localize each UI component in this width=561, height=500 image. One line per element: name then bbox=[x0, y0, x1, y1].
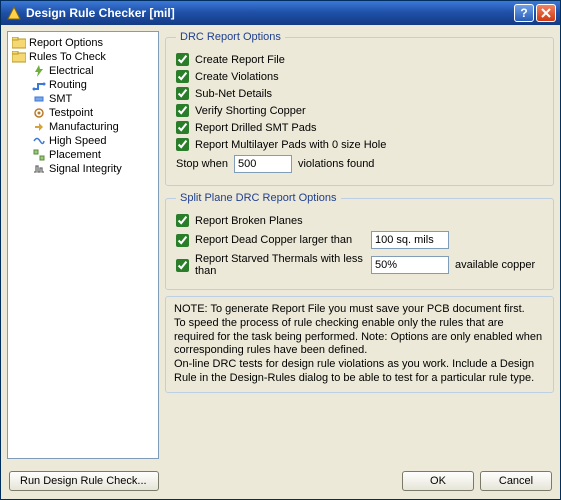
signal-integrity-icon bbox=[32, 163, 46, 175]
report-starved-thermals-label: Report Starved Thermals with less than bbox=[195, 253, 365, 277]
stop-when-label-post: violations found bbox=[298, 158, 374, 170]
split-legend: Split Plane DRC Report Options bbox=[176, 192, 341, 204]
report-dead-copper-checkbox[interactable] bbox=[176, 234, 189, 247]
note-line-3: On-line DRC tests for design rule violat… bbox=[174, 358, 545, 386]
run-drc-button[interactable]: Run Design Rule Check... bbox=[9, 471, 159, 491]
tree-label: High Speed bbox=[49, 135, 107, 147]
tree-item-electrical[interactable]: Electrical bbox=[10, 64, 156, 78]
routing-icon bbox=[32, 79, 46, 91]
verify-shorting-copper-checkbox[interactable] bbox=[176, 104, 189, 117]
cancel-button[interactable]: Cancel bbox=[480, 471, 552, 491]
sub-net-details-checkbox[interactable] bbox=[176, 87, 189, 100]
report-broken-planes-checkbox[interactable] bbox=[176, 214, 189, 227]
report-drilled-smt-checkbox[interactable] bbox=[176, 121, 189, 134]
dead-copper-input[interactable] bbox=[371, 231, 449, 249]
electrical-icon bbox=[32, 65, 46, 77]
report-multilayer-checkbox[interactable] bbox=[176, 138, 189, 151]
tree-label: SMT bbox=[49, 93, 72, 105]
tree-item-placement[interactable]: Placement bbox=[10, 148, 156, 162]
options-panel: DRC Report Options Create Report File Cr… bbox=[165, 31, 554, 459]
dialog-footer: Run Design Rule Check... OK Cancel bbox=[1, 465, 560, 499]
starved-post-label: available copper bbox=[455, 259, 543, 271]
create-report-file-label: Create Report File bbox=[195, 54, 285, 66]
tree-item-signal-integrity[interactable]: Signal Integrity bbox=[10, 162, 156, 176]
ok-button[interactable]: OK bbox=[402, 471, 474, 491]
folder-open-icon bbox=[12, 51, 26, 63]
window-title: Design Rule Checker [mil] bbox=[26, 6, 512, 20]
smt-icon bbox=[32, 93, 46, 105]
report-broken-planes-label: Report Broken Planes bbox=[195, 215, 303, 227]
tree-label: Testpoint bbox=[49, 107, 93, 119]
tree-label: Signal Integrity bbox=[49, 163, 122, 175]
split-plane-options-group: Split Plane DRC Report Options Report Br… bbox=[165, 192, 554, 290]
high-speed-icon bbox=[32, 135, 46, 147]
category-tree[interactable]: Report Options Rules To Check Electrical… bbox=[7, 31, 159, 459]
report-starved-thermals-checkbox[interactable] bbox=[176, 259, 189, 272]
tree-label: Report Options bbox=[29, 37, 103, 49]
tree-item-manufacturing[interactable]: Manufacturing bbox=[10, 120, 156, 134]
tree-label: Manufacturing bbox=[49, 121, 119, 133]
report-drilled-smt-label: Report Drilled SMT Pads bbox=[195, 122, 316, 134]
note-line-1: NOTE: To generate Report File you must s… bbox=[174, 303, 545, 317]
tree-item-report-options[interactable]: Report Options bbox=[10, 36, 156, 50]
dialog-body: Report Options Rules To Check Electrical… bbox=[1, 25, 560, 465]
create-violations-checkbox[interactable] bbox=[176, 70, 189, 83]
app-icon bbox=[7, 6, 21, 20]
create-violations-label: Create Violations bbox=[195, 71, 279, 83]
stop-when-label-pre: Stop when bbox=[176, 158, 228, 170]
create-report-file-checkbox[interactable] bbox=[176, 53, 189, 66]
tree-item-rules-to-check[interactable]: Rules To Check bbox=[10, 50, 156, 64]
tree-label: Routing bbox=[49, 79, 87, 91]
placement-icon bbox=[32, 149, 46, 161]
tree-label: Placement bbox=[49, 149, 101, 161]
manufacturing-icon bbox=[32, 121, 46, 133]
dialog-window: Design Rule Checker [mil] ? Report Optio… bbox=[0, 0, 561, 500]
report-dead-copper-label: Report Dead Copper larger than bbox=[195, 234, 352, 246]
tree-item-smt[interactable]: SMT bbox=[10, 92, 156, 106]
tree-item-routing[interactable]: Routing bbox=[10, 78, 156, 92]
tree-item-high-speed[interactable]: High Speed bbox=[10, 134, 156, 148]
drc-legend: DRC Report Options bbox=[176, 31, 285, 43]
help-button[interactable]: ? bbox=[514, 4, 534, 22]
report-multilayer-label: Report Multilayer Pads with 0 size Hole bbox=[195, 139, 386, 151]
tree-label: Rules To Check bbox=[29, 51, 106, 63]
tree-item-testpoint[interactable]: Testpoint bbox=[10, 106, 156, 120]
verify-shorting-copper-label: Verify Shorting Copper bbox=[195, 105, 306, 117]
folder-icon bbox=[12, 37, 26, 49]
titlebar: Design Rule Checker [mil] ? bbox=[1, 1, 560, 25]
drc-report-options-group: DRC Report Options Create Report File Cr… bbox=[165, 31, 554, 186]
notes-box: NOTE: To generate Report File you must s… bbox=[165, 296, 554, 393]
note-line-2: To speed the process of rule checking en… bbox=[174, 317, 545, 358]
starved-thermals-input[interactable] bbox=[371, 256, 449, 274]
sub-net-details-label: Sub-Net Details bbox=[195, 88, 272, 100]
stop-when-input[interactable] bbox=[234, 155, 292, 173]
testpoint-icon bbox=[32, 107, 46, 119]
tree-label: Electrical bbox=[49, 65, 94, 77]
close-button[interactable] bbox=[536, 4, 556, 22]
